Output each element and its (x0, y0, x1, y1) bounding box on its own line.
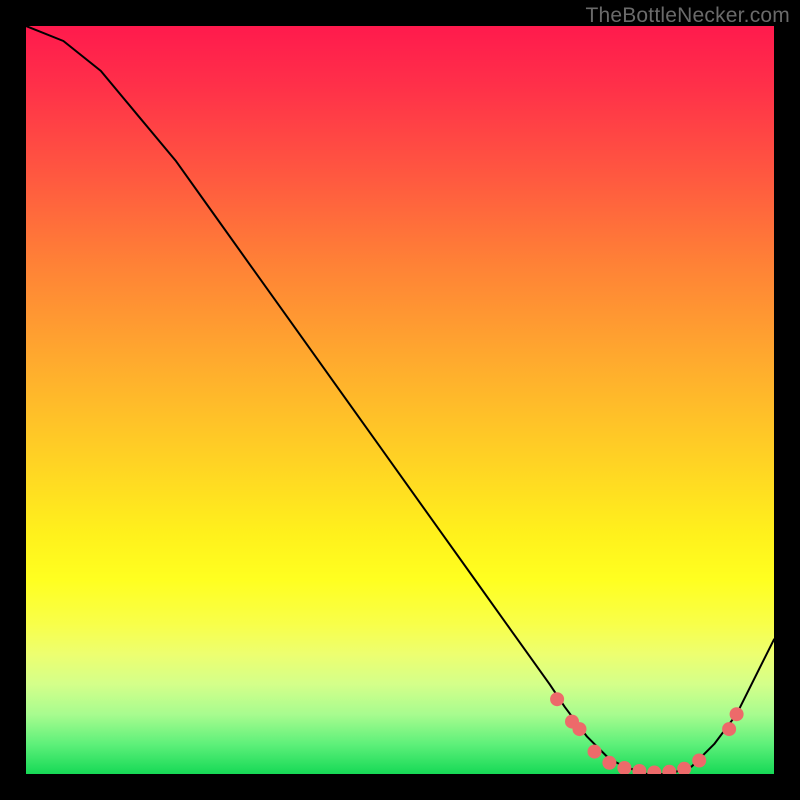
highlight-dot (602, 756, 616, 770)
bottleneck-curve (26, 26, 774, 774)
chart-stage: TheBottleNecker.com (0, 0, 800, 800)
highlight-dot (647, 766, 661, 775)
highlight-dot (677, 762, 691, 774)
chart-svg (26, 26, 774, 774)
highlight-dot (730, 707, 744, 721)
highlight-dots (550, 692, 744, 774)
watermark-text: TheBottleNecker.com (585, 4, 790, 28)
highlight-dot (692, 754, 706, 768)
highlight-dot (588, 745, 602, 759)
highlight-dot (550, 692, 564, 706)
plot-area (26, 26, 774, 774)
highlight-dot (573, 722, 587, 736)
highlight-dot (662, 765, 676, 774)
highlight-dot (722, 722, 736, 736)
highlight-dot (632, 764, 646, 774)
